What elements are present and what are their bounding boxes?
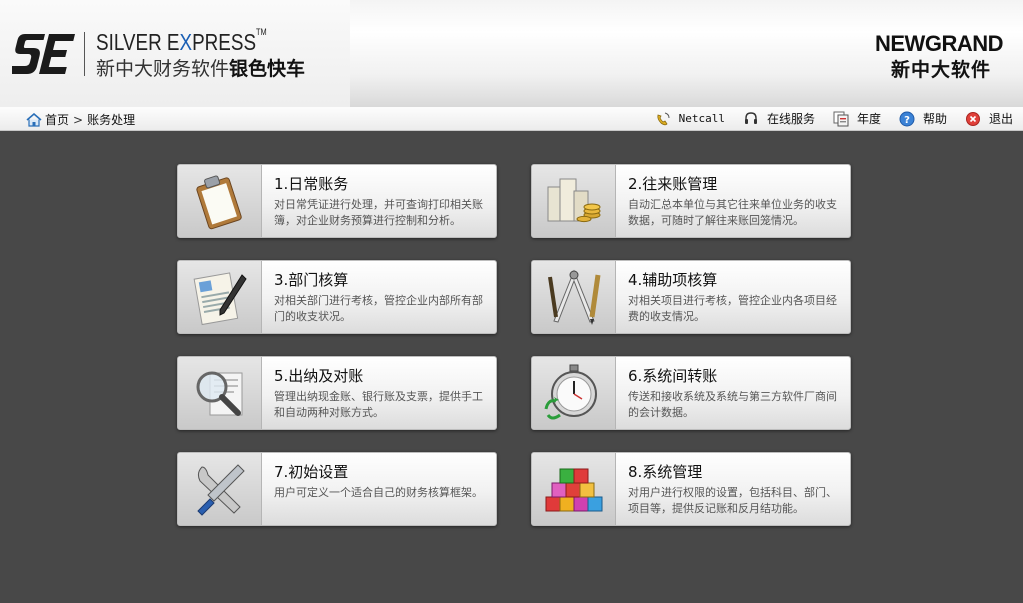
close-icon bbox=[965, 111, 980, 126]
module-card-department-accounting[interactable]: 3.部门核算 对相关部门进行考核，管控企业内部所有部门的收支状况。 bbox=[177, 260, 497, 334]
breadcrumb-current: 账务处理 bbox=[87, 113, 136, 127]
module-card-system-management[interactable]: 8.系统管理 对用户进行权限的设置，包括科目、部门、项目等，提供反记账和反月结功… bbox=[531, 452, 851, 526]
help-button[interactable]: ? 帮助 bbox=[899, 110, 947, 127]
netcall-button[interactable]: Netcall bbox=[655, 111, 725, 127]
module-description: 用户可定义一个适合自己的财务核算框架。 bbox=[274, 486, 483, 499]
netcall-label: Netcall bbox=[678, 112, 725, 125]
nav-bar: 首页 > 账务处理 Netcall 在线服务 年度 ? 帮助 退出 bbox=[0, 107, 1023, 131]
breadcrumb-separator: > bbox=[73, 112, 84, 127]
module-description: 对用户进行权限的设置，包括科目、部门、项目等，提供反记账和反月结功能。 bbox=[628, 486, 837, 515]
module-description: 对日常凭证进行处理，并可查询打印相关账簿，对企业财务预算进行控制和分析。 bbox=[274, 198, 483, 227]
main-panel: 1.日常账务 对日常凭证进行处理，并可查询打印相关账簿，对企业财务预算进行控制和… bbox=[0, 131, 1023, 603]
module-icon-box bbox=[178, 453, 262, 525]
module-description: 对相关项目进行考核，管控企业内各项目经费的收支情况。 bbox=[628, 294, 837, 323]
module-card-auxiliary-accounting[interactable]: 4.辅助项核算 对相关项目进行考核，管控企业内各项目经费的收支情况。 bbox=[531, 260, 851, 334]
module-title: 8.系统管理 bbox=[628, 463, 703, 481]
module-card-initial-setup[interactable]: 7.初始设置 用户可定义一个适合自己的财务核算框架。 bbox=[177, 452, 497, 526]
module-description: 对相关部门进行考核，管控企业内部所有部门的收支状况。 bbox=[274, 294, 483, 323]
module-title: 2.往来账管理 bbox=[628, 175, 718, 193]
exit-label: 退出 bbox=[988, 112, 1013, 126]
breadcrumb-home[interactable]: 首页 bbox=[45, 111, 69, 128]
clipboard-icon bbox=[196, 175, 242, 230]
module-title: 5.出纳及对账 bbox=[274, 367, 364, 385]
module-title: 4.辅助项核算 bbox=[628, 271, 718, 289]
document-pen-icon bbox=[193, 272, 247, 326]
module-description: 传送和接收系统及系统与第三方软件厂商间的会计数据。 bbox=[628, 390, 837, 419]
year-button[interactable]: 年度 bbox=[833, 110, 881, 127]
module-title: 3.部门核算 bbox=[274, 271, 349, 289]
product-name-en: SILVER EXPRESSTM bbox=[96, 27, 267, 55]
breadcrumb: 首页 > 账务处理 bbox=[26, 111, 135, 128]
online-service-button[interactable]: 在线服务 bbox=[743, 110, 815, 127]
module-icon-box bbox=[178, 165, 262, 237]
module-title: 1.日常账务 bbox=[274, 175, 349, 193]
module-description: 管理出纳现金账、银行账及支票，提供手工和自动两种对账方式。 bbox=[274, 390, 483, 419]
logo-divider bbox=[84, 32, 85, 76]
toolbar: Netcall 在线服务 年度 ? 帮助 退出 bbox=[637, 110, 1013, 127]
module-icon-box bbox=[178, 357, 262, 429]
headset-icon bbox=[744, 111, 757, 124]
module-card-cashier[interactable]: 5.出纳及对账 管理出纳现金账、银行账及支票，提供手工和自动两种对账方式。 bbox=[177, 356, 497, 430]
year-label: 年度 bbox=[856, 112, 881, 126]
module-title: 7.初始设置 bbox=[274, 463, 349, 481]
home-icon[interactable] bbox=[26, 112, 42, 127]
app-header: SILVER EXPRESSTM 新中大财务软件银色快车 NEWGRAND 新中… bbox=[0, 0, 1023, 107]
module-icon-box bbox=[532, 261, 616, 333]
module-title: 6.系统间转账 bbox=[628, 367, 718, 385]
tools-icon bbox=[197, 464, 245, 516]
online-service-label: 在线服务 bbox=[766, 112, 815, 126]
module-card-receivables[interactable]: 2.往来账管理 自动汇总本单位与其它往来单位业务的收支数据，可随时了解往来账回笼… bbox=[531, 164, 851, 238]
product-name-cn: 新中大财务软件银色快车 bbox=[96, 58, 306, 80]
magnifier-document-icon bbox=[196, 371, 243, 416]
logo-area: SILVER EXPRESSTM 新中大财务软件银色快车 bbox=[0, 0, 350, 107]
module-icon-box bbox=[532, 357, 616, 429]
money-stack-icon bbox=[547, 178, 601, 223]
exit-button[interactable]: 退出 bbox=[965, 110, 1013, 127]
module-description: 自动汇总本单位与其它往来单位业务的收支数据，可随时了解往来账回笼情况。 bbox=[628, 198, 837, 227]
help-icon: ? bbox=[899, 111, 915, 126]
calendar-icon bbox=[833, 111, 849, 126]
stopwatch-icon bbox=[544, 364, 597, 420]
colored-blocks-icon bbox=[545, 468, 603, 512]
module-card-daily-accounts[interactable]: 1.日常账务 对日常凭证进行处理，并可查询打印相关账簿，对企业财务预算进行控制和… bbox=[177, 164, 497, 238]
se-logo-icon bbox=[12, 34, 76, 74]
help-label: 帮助 bbox=[922, 112, 947, 126]
brand-name-cn: 新中大软件 bbox=[890, 59, 991, 81]
module-icon-box bbox=[532, 165, 616, 237]
module-card-system-transfer[interactable]: 6.系统间转账 传送和接收系统及系统与第三方软件厂商间的会计数据。 bbox=[531, 356, 851, 430]
svg-text:?: ? bbox=[904, 115, 910, 126]
drafting-tools-icon bbox=[548, 269, 601, 325]
brand-name-en: NEWGRAND bbox=[875, 31, 1004, 56]
module-icon-box bbox=[532, 453, 616, 525]
module-icon-box bbox=[178, 261, 262, 333]
phone-icon bbox=[656, 112, 670, 125]
